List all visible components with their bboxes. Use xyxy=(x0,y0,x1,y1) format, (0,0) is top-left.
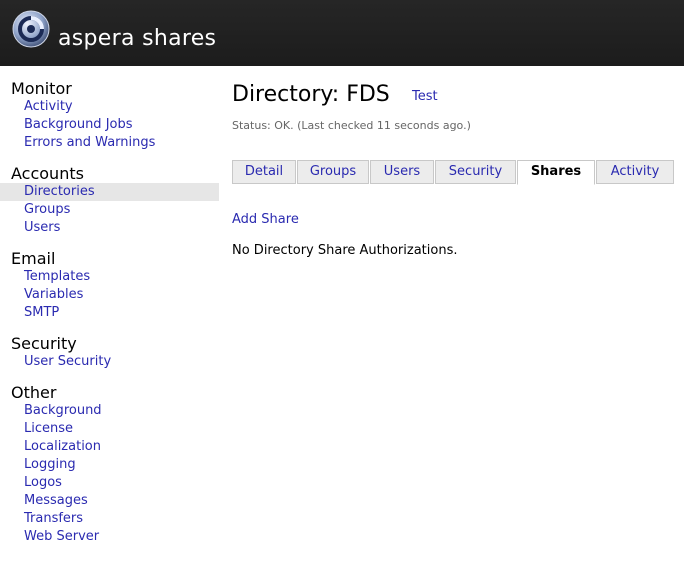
empty-shares-message: No Directory Share Authorizations. xyxy=(232,243,458,258)
page-title: Directory: FDS xyxy=(232,82,390,107)
section-title: Accounts xyxy=(11,164,84,183)
sidebar-item-errors-and-warnings[interactable]: Errors and Warnings xyxy=(0,134,219,152)
aspera-logo-icon[interactable] xyxy=(12,10,50,48)
sidebar-item-activity[interactable]: Activity xyxy=(0,98,219,116)
sidebar-item-web-server[interactable]: Web Server xyxy=(0,528,219,546)
add-share-link[interactable]: Add Share xyxy=(232,212,299,227)
sidebar-item-user-security[interactable]: User Security xyxy=(0,353,219,371)
sidebar-item-variables[interactable]: Variables xyxy=(0,286,219,304)
sidebar-section-email: Email Templates Variables SMTP xyxy=(0,250,219,322)
sidebar-item-smtp[interactable]: SMTP xyxy=(0,304,219,322)
sidebar-nav: Monitor Activity Background Jobs Errors … xyxy=(0,80,219,546)
tab-shares[interactable]: Shares xyxy=(517,160,595,185)
sidebar-item-directories[interactable]: Directories xyxy=(0,183,219,201)
tab-security[interactable]: Security xyxy=(435,160,516,184)
section-title: Other xyxy=(11,383,57,402)
sidebar-item-messages[interactable]: Messages xyxy=(0,492,219,510)
sidebar-section-other: Other Background License Localization Lo… xyxy=(0,384,219,546)
sidebar-item-background-jobs[interactable]: Background Jobs xyxy=(0,116,219,134)
sidebar-section-monitor: Monitor Activity Background Jobs Errors … xyxy=(0,80,219,152)
sidebar-item-transfers[interactable]: Transfers xyxy=(0,510,219,528)
sidebar-item-logging[interactable]: Logging xyxy=(0,456,219,474)
sidebar-item-groups[interactable]: Groups xyxy=(0,201,219,219)
status-text: Status: OK. (Last checked 11 seconds ago… xyxy=(232,119,471,132)
sidebar-item-background[interactable]: Background xyxy=(0,402,219,420)
sidebar-item-license[interactable]: License xyxy=(0,420,219,438)
brand-name: aspera shares xyxy=(58,26,217,51)
tab-groups[interactable]: Groups xyxy=(297,160,369,184)
sidebar-item-users[interactable]: Users xyxy=(0,219,219,237)
test-link[interactable]: Test xyxy=(412,89,438,104)
tab-activity[interactable]: Activity xyxy=(596,160,674,184)
sidebar-item-logos[interactable]: Logos xyxy=(0,474,219,492)
app-header: aspera shares xyxy=(0,0,684,66)
tab-detail[interactable]: Detail xyxy=(232,160,296,184)
tab-bar: Detail Groups Users Security Shares Acti… xyxy=(232,160,674,185)
section-title: Email xyxy=(11,249,56,268)
main-content: Directory: FDS Test xyxy=(232,80,674,110)
sidebar-section-accounts: Accounts Directories Groups Users xyxy=(0,165,219,237)
section-title: Security xyxy=(11,334,77,353)
title-row: Directory: FDS Test xyxy=(232,80,674,110)
section-title: Monitor xyxy=(11,79,72,98)
sidebar-section-security: Security User Security xyxy=(0,335,219,371)
sidebar-item-localization[interactable]: Localization xyxy=(0,438,219,456)
sidebar-item-templates[interactable]: Templates xyxy=(0,268,219,286)
tab-users[interactable]: Users xyxy=(370,160,434,184)
